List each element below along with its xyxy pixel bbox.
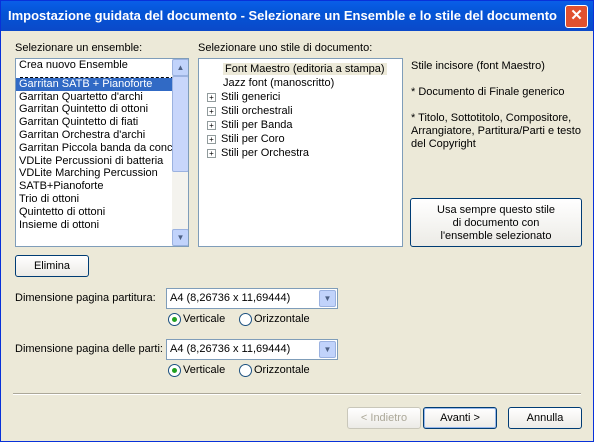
ensemble-label: Selezionare un ensemble: — [15, 42, 143, 54]
cancel-button[interactable]: Annulla — [508, 407, 582, 429]
tree-item-label: Stili per Coro — [221, 133, 285, 145]
ensemble-listbox[interactable]: Crea nuovo Ensemble Garritan SATB + Piano… — [15, 58, 189, 247]
tree-item[interactable]: + Stili per Orchestra — [207, 147, 309, 159]
parts-horizontal-label[interactable]: Orizzontale — [254, 364, 310, 376]
use-always-line2: di documento con — [452, 217, 540, 229]
info-text-line2: Arrangiatore, Partitura/Parti e testo — [411, 125, 581, 137]
use-always-button[interactable]: Usa sempre questo stile di documento con… — [410, 198, 582, 247]
tree-item-label: Stili per Orchestra — [221, 147, 310, 159]
list-item[interactable]: Garritan Quintetto di ottoni — [16, 103, 188, 116]
tree-item[interactable]: + Stili per Banda — [207, 119, 293, 131]
parts-page-label: Dimensione pagina delle parti: — [15, 343, 163, 355]
chevron-down-icon[interactable]: ▼ — [319, 290, 336, 307]
delete-button[interactable]: Elimina — [15, 255, 89, 277]
tree-item[interactable]: + Stili orchestrali — [207, 105, 293, 117]
info-style-name: Stile incisore (font Maestro) — [411, 60, 545, 72]
expand-plus-icon[interactable]: + — [207, 120, 216, 130]
ensemble-scrollbar[interactable]: ▲ ▼ — [172, 59, 188, 246]
radio-checked-dot — [172, 368, 177, 373]
expand-plus-icon[interactable]: + — [207, 134, 216, 144]
score-vertical-label[interactable]: Verticale — [183, 313, 225, 325]
expand-plus-icon[interactable]: + — [207, 92, 216, 102]
use-always-line1: Usa sempre questo stile — [437, 204, 555, 216]
close-button[interactable]: ✕ — [565, 5, 588, 28]
list-item[interactable]: Garritan SATB + Pianoforte — [16, 77, 188, 91]
tree-item[interactable]: + Stili per Coro — [207, 133, 285, 145]
parts-vertical-label[interactable]: Verticale — [183, 364, 225, 376]
score-vertical-radio[interactable] — [168, 313, 181, 326]
info-text-line3: del Copyright — [411, 138, 476, 150]
scroll-up-icon[interactable]: ▲ — [172, 59, 188, 76]
list-item[interactable]: Quintetto di ottoni — [16, 206, 188, 219]
list-item[interactable]: Garritan Quartetto d'archi — [16, 91, 188, 104]
tree-item[interactable]: Font Maestro (editoria a stampa) — [223, 63, 387, 75]
close-icon: ✕ — [570, 7, 583, 24]
tree-item[interactable]: Jazz font (manoscritto) — [223, 77, 334, 89]
use-always-line3: l'ensemble selezionato — [440, 230, 552, 242]
window-title: Impostazione guidata del documento - Sel… — [8, 8, 557, 23]
list-item[interactable]: Insieme di ottoni — [16, 219, 188, 232]
list-item[interactable]: SATB+Pianoforte — [16, 180, 188, 193]
radio-checked-dot — [172, 317, 177, 322]
list-item[interactable]: Trio di ottoni — [16, 193, 188, 206]
list-item[interactable]: Garritan Orchestra d'archi — [16, 129, 188, 142]
chevron-down-icon[interactable]: ▼ — [319, 341, 336, 358]
tree-item-label: Stili per Banda — [221, 119, 293, 131]
tree-item-label: Jazz font (manoscritto) — [223, 77, 335, 89]
scroll-thumb[interactable] — [172, 76, 188, 172]
score-horizontal-radio[interactable] — [239, 313, 252, 326]
scroll-down-icon[interactable]: ▼ — [172, 229, 188, 246]
parts-vertical-radio[interactable] — [168, 364, 181, 377]
score-page-label: Dimensione pagina partitura: — [15, 292, 156, 304]
info-document-type: * Documento di Finale generico — [411, 86, 565, 98]
parts-page-value: A4 (8,26736 x 11,69444) — [170, 343, 291, 355]
parts-page-select[interactable]: A4 (8,26736 x 11,69444) ▼ — [166, 339, 338, 360]
back-button[interactable]: < Indietro — [347, 407, 421, 429]
score-page-select[interactable]: A4 (8,26736 x 11,69444) ▼ — [166, 288, 338, 309]
tree-item[interactable]: + Stili generici — [207, 91, 280, 103]
next-button[interactable]: Avanti > — [423, 407, 497, 429]
title-bar[interactable]: Impostazione guidata del documento - Sel… — [1, 1, 593, 31]
expand-plus-icon[interactable]: + — [207, 106, 216, 116]
score-page-value: A4 (8,26736 x 11,69444) — [170, 292, 291, 304]
list-item[interactable]: Garritan Quintetto di fiati — [16, 116, 188, 129]
list-item[interactable]: VDLite Percussioni di batteria — [16, 155, 188, 168]
expand-plus-icon[interactable]: + — [207, 148, 216, 158]
list-item[interactable]: Garritan Piccola banda da conc — [16, 142, 188, 155]
list-item[interactable]: VDLite Marching Percussion — [16, 167, 188, 180]
score-horizontal-label[interactable]: Orizzontale — [254, 313, 310, 325]
footer-divider — [13, 393, 581, 395]
wizard-dialog: Impostazione guidata del documento - Sel… — [0, 0, 594, 442]
parts-horizontal-radio[interactable] — [239, 364, 252, 377]
tree-item-label: Font Maestro (editoria a stampa) — [223, 63, 387, 75]
tree-item-label: Stili orchestrali — [221, 105, 293, 117]
style-tree[interactable]: Font Maestro (editoria a stampa) Jazz fon… — [198, 58, 403, 247]
ensemble-items: Crea nuovo Ensemble Garritan SATB + Piano… — [16, 59, 188, 231]
tree-item-label: Stili generici — [221, 91, 281, 103]
info-text-line1: * Titolo, Sottotitolo, Compositore, — [411, 112, 572, 124]
style-label: Selezionare uno stile di documento: — [198, 42, 373, 54]
list-item[interactable]: Crea nuovo Ensemble — [16, 59, 188, 72]
